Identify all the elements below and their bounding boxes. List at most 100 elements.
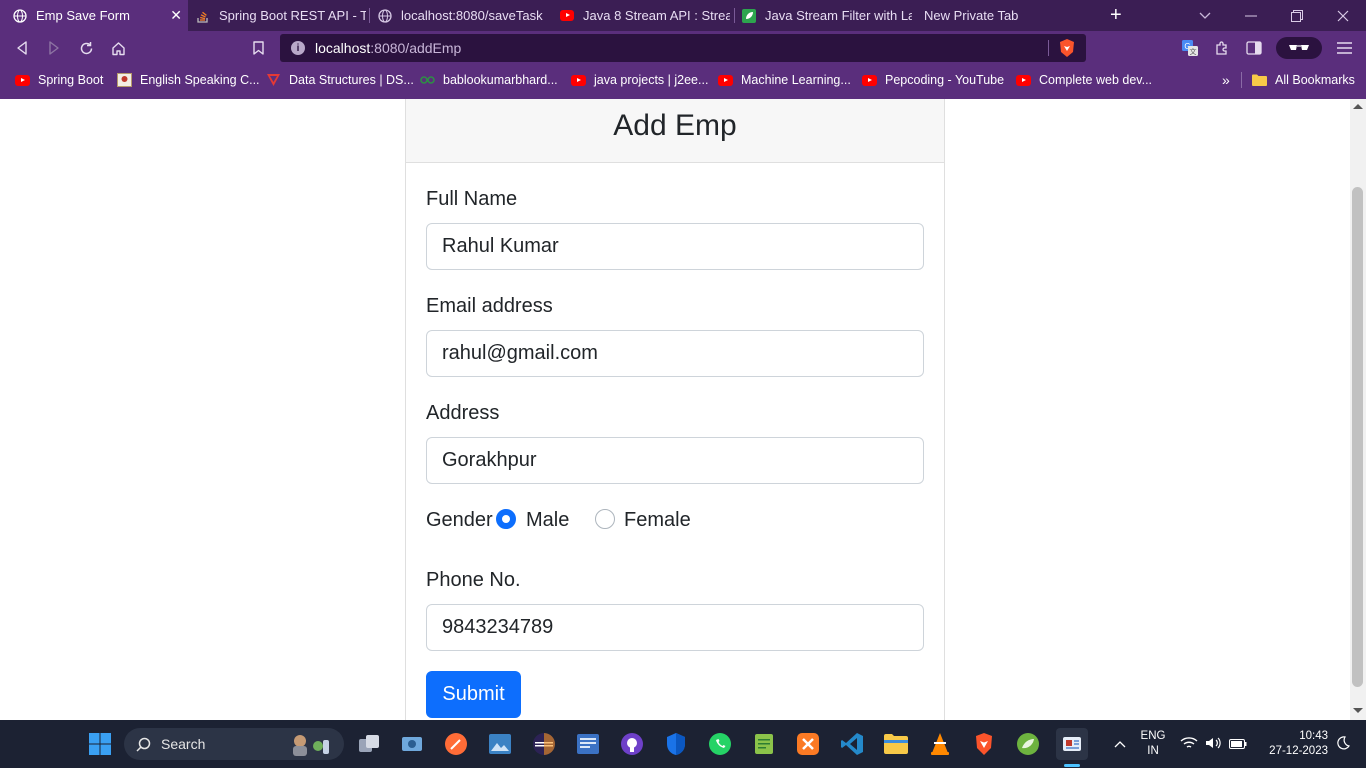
restore-icon[interactable]: [1274, 0, 1320, 31]
github-desktop-icon[interactable]: [616, 728, 648, 760]
phone-input[interactable]: 9843234789: [426, 604, 924, 651]
bookmark-pepcoding[interactable]: Pepcoding - YouTube: [862, 65, 1004, 95]
taskbar-search[interactable]: Search: [124, 728, 344, 760]
language-indicator[interactable]: ENG IN: [1136, 729, 1170, 759]
tab-new-private-tab[interactable]: New Private Tab: [924, 0, 1074, 31]
phone-label: Phone No.: [426, 569, 521, 591]
tab-emp-save-form[interactable]: Emp Save Form ✕: [0, 0, 188, 31]
stackoverflow-icon: [196, 9, 210, 23]
snipping-tool-active-icon[interactable]: [1056, 728, 1088, 760]
youtube-icon: [571, 74, 586, 86]
tab-label: localhost:8080/saveTask: [401, 8, 543, 23]
clock-time: 10:43: [1299, 730, 1328, 742]
tab-java-stream-filter[interactable]: Java Stream Filter with Lam: [742, 0, 912, 31]
scrollbar-thumb[interactable]: [1352, 187, 1363, 687]
minimize-icon[interactable]: [1228, 0, 1274, 31]
bookmark-spring-boot[interactable]: Spring Boot: [15, 65, 103, 95]
bookmark-geeksforgeeks[interactable]: bablookumarbhard...: [420, 65, 558, 95]
search-label: Search: [161, 736, 206, 752]
new-tab-plus-icon[interactable]: +: [1110, 4, 1122, 26]
battery-icon[interactable]: [1229, 737, 1247, 755]
address-input[interactable]: Gorakhpur: [426, 437, 924, 484]
vscode-icon[interactable]: [836, 728, 868, 760]
submit-button[interactable]: Submit: [426, 671, 521, 718]
menu-hamburger-icon[interactable]: [1332, 37, 1356, 59]
xampp-icon[interactable]: [792, 728, 824, 760]
search-highlight-illustration-icon: [288, 732, 334, 756]
home-icon[interactable]: [106, 37, 130, 59]
gender-female-radio[interactable]: [595, 509, 615, 529]
snipping-tool-icon[interactable]: [396, 728, 428, 760]
bookmark-label: Pepcoding - YouTube: [885, 73, 1005, 87]
language-code: ENG: [1140, 730, 1166, 742]
sidebar-icon[interactable]: [1242, 37, 1266, 59]
bookmark-english-speaking[interactable]: English Speaking C...: [117, 65, 260, 95]
full-name-input[interactable]: Rahul Kumar: [426, 223, 924, 270]
certificate-icon: [117, 73, 132, 87]
notepad-icon[interactable]: [748, 728, 780, 760]
address-bar[interactable]: i localhost :8080/addEmp: [280, 34, 1086, 62]
scroll-down-arrow-icon[interactable]: [1353, 708, 1363, 713]
bookmark-machine-learning[interactable]: Machine Learning...: [718, 65, 851, 95]
show-hidden-icons-chevron-icon[interactable]: [1104, 728, 1136, 760]
tab-separator: [369, 8, 370, 23]
tab-spring-boot-rest-api[interactable]: Spring Boot REST API - Typ: [196, 0, 366, 31]
bookmark-java-projects[interactable]: java projects | j2ee...: [571, 65, 708, 95]
address-divider: [1048, 40, 1049, 56]
brave-browser-icon[interactable]: [968, 728, 1000, 760]
gender-female-label[interactable]: Female: [624, 509, 691, 532]
youtube-icon: [1016, 74, 1031, 86]
bookmark-data-structures[interactable]: Data Structures | DS...: [266, 65, 414, 95]
gender-male-radio[interactable]: [496, 509, 516, 529]
form-card: Add Emp Full Name Rahul Kumar Email addr…: [405, 99, 945, 720]
all-bookmarks-folder[interactable]: All Bookmarks: [1252, 65, 1355, 95]
windows-start-icon[interactable]: [84, 728, 116, 760]
globe-icon: [378, 8, 392, 23]
vlc-icon[interactable]: [924, 728, 956, 760]
tab-label: Emp Save Form: [36, 8, 130, 23]
more-bookmarks-chevron-icon[interactable]: »: [1222, 65, 1230, 95]
bookmark-label: All Bookmarks: [1275, 73, 1355, 87]
email-input[interactable]: rahul@gmail.com: [426, 330, 924, 377]
tab-java8-stream-api[interactable]: Java 8 Stream API : Streams: [560, 0, 730, 31]
brave-shield-icon[interactable]: [1058, 38, 1076, 63]
url-host: localhost: [315, 40, 371, 56]
folder-icon: [1252, 74, 1267, 86]
close-tab-icon[interactable]: ✕: [170, 7, 182, 24]
system-clock[interactable]: 10:43 27-12-2023: [1258, 729, 1328, 759]
bookmark-icon[interactable]: [246, 37, 270, 59]
volume-icon[interactable]: [1205, 736, 1223, 755]
bookmark-complete-web-dev[interactable]: Complete web dev...: [1016, 65, 1152, 95]
tab-search-chevron-icon[interactable]: [1182, 0, 1228, 31]
back-icon[interactable]: [10, 37, 34, 59]
photos-icon[interactable]: [484, 728, 516, 760]
file-explorer-icon[interactable]: [880, 728, 912, 760]
wifi-icon[interactable]: [1180, 736, 1198, 755]
focus-moon-icon[interactable]: [1336, 736, 1350, 755]
private-window-glasses-icon[interactable]: [1276, 37, 1322, 59]
page-scrollbar[interactable]: [1350, 99, 1366, 720]
translate-icon[interactable]: G文: [1178, 37, 1202, 59]
youtube-icon: [718, 74, 733, 86]
tab-separator: [734, 8, 735, 23]
forward-icon[interactable]: [42, 37, 66, 59]
whatsapp-icon[interactable]: [704, 728, 736, 760]
postman-icon[interactable]: [440, 728, 472, 760]
window-app-icon[interactable]: [572, 728, 604, 760]
close-window-icon[interactable]: [1320, 0, 1366, 31]
spring-tool-suite-icon[interactable]: [1012, 728, 1044, 760]
gender-male-label[interactable]: Male: [526, 509, 569, 532]
address-label: Address: [426, 402, 500, 424]
security-shield-icon[interactable]: [660, 728, 692, 760]
youtube-icon: [560, 9, 574, 23]
extensions-puzzle-icon[interactable]: [1210, 37, 1234, 59]
globe-icon: [13, 8, 27, 23]
tab-save-task[interactable]: localhost:8080/saveTask: [378, 0, 548, 31]
site-info-icon[interactable]: i: [291, 41, 305, 55]
scroll-up-arrow-icon[interactable]: [1353, 104, 1363, 109]
eclipse-icon[interactable]: [528, 728, 560, 760]
windows-taskbar: Search ENG IN 10:43 27-12-2023: [0, 720, 1366, 768]
reload-icon[interactable]: [74, 37, 98, 59]
task-view-icon[interactable]: [353, 728, 385, 760]
bookmark-label: bablookumarbhard...: [443, 73, 558, 87]
